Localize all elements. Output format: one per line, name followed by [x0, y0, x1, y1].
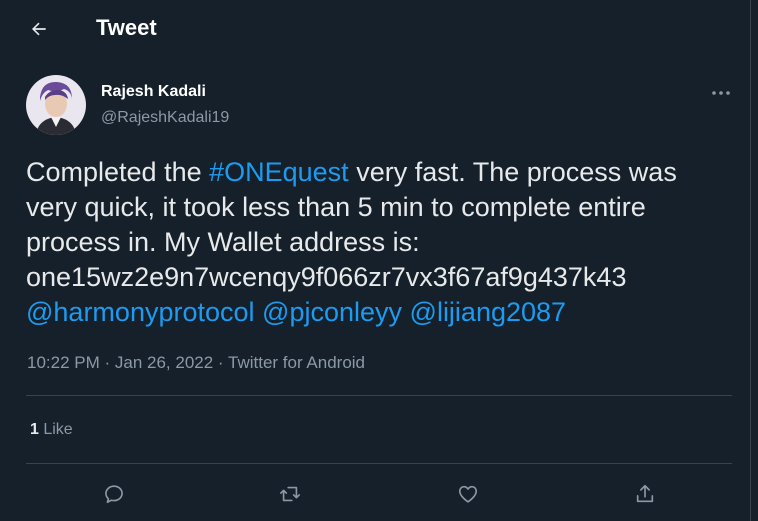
mention-link-lijiang2087[interactable]: @lijiang2087 — [410, 297, 567, 327]
reply-button[interactable] — [97, 477, 131, 511]
mention-link-pjconleyy[interactable]: @pjconleyy — [262, 297, 402, 327]
author-display-name[interactable]: Rajesh Kadali — [101, 83, 206, 101]
tweet-text-segment: Completed the — [26, 157, 210, 187]
like-label: Like — [38, 421, 73, 438]
like-count: 1 — [30, 421, 39, 438]
tweet-header: Tweet — [0, 0, 750, 57]
share-icon — [634, 483, 656, 505]
likes-count-link[interactable]: 1 Like — [30, 421, 73, 439]
retweet-icon — [278, 483, 302, 505]
tweet-text: Completed the #ONEquest very fast. The p… — [26, 155, 741, 330]
tweet-line-4: one15wz2e9n7wcenqy9f066zr7vx3f67af9g437k… — [26, 262, 627, 292]
meta-separator: · — [99, 353, 115, 372]
more-options-button[interactable] — [706, 80, 736, 106]
author-handle[interactable]: @RajeshKadali19 — [101, 109, 229, 127]
tweet-date[interactable]: Jan 26, 2022 — [115, 353, 213, 372]
tweet-text-segment: very fast. The process was — [348, 157, 677, 187]
back-button[interactable] — [22, 12, 56, 46]
divider — [26, 395, 732, 396]
more-horizontal-icon — [711, 90, 731, 96]
like-button[interactable] — [451, 477, 485, 511]
tweet-line-2: very quick, it took less than 5 min to c… — [26, 192, 646, 222]
tweet-line-1: Completed the #ONEquest very fast. The p… — [26, 155, 741, 190]
tweet-page: Tweet Rajesh Kadali @RajeshKadali19 Comp… — [0, 0, 751, 521]
avatar[interactable] — [26, 75, 86, 135]
share-button[interactable] — [628, 477, 662, 511]
tweet-metadata: 10:22 PM · Jan 26, 2022 · Twitter for An… — [27, 353, 365, 373]
arrow-left-icon — [29, 19, 49, 39]
reply-icon — [103, 483, 125, 505]
tweet-time[interactable]: 10:22 PM — [27, 353, 100, 372]
tweet-line-5: @harmonyprotocol @pjconleyy @lijiang2087 — [26, 295, 741, 330]
like-icon — [457, 483, 479, 505]
divider — [26, 463, 732, 464]
tweet-line-3: process in. My Wallet address is: — [26, 227, 420, 257]
retweet-button[interactable] — [273, 477, 307, 511]
mention-link-harmonyprotocol[interactable]: @harmonyprotocol — [26, 297, 255, 327]
meta-separator: · — [213, 353, 228, 372]
tweet-source[interactable]: Twitter for Android — [228, 353, 365, 372]
hashtag-link[interactable]: #ONEquest — [209, 157, 349, 187]
page-title: Tweet — [96, 15, 157, 40]
